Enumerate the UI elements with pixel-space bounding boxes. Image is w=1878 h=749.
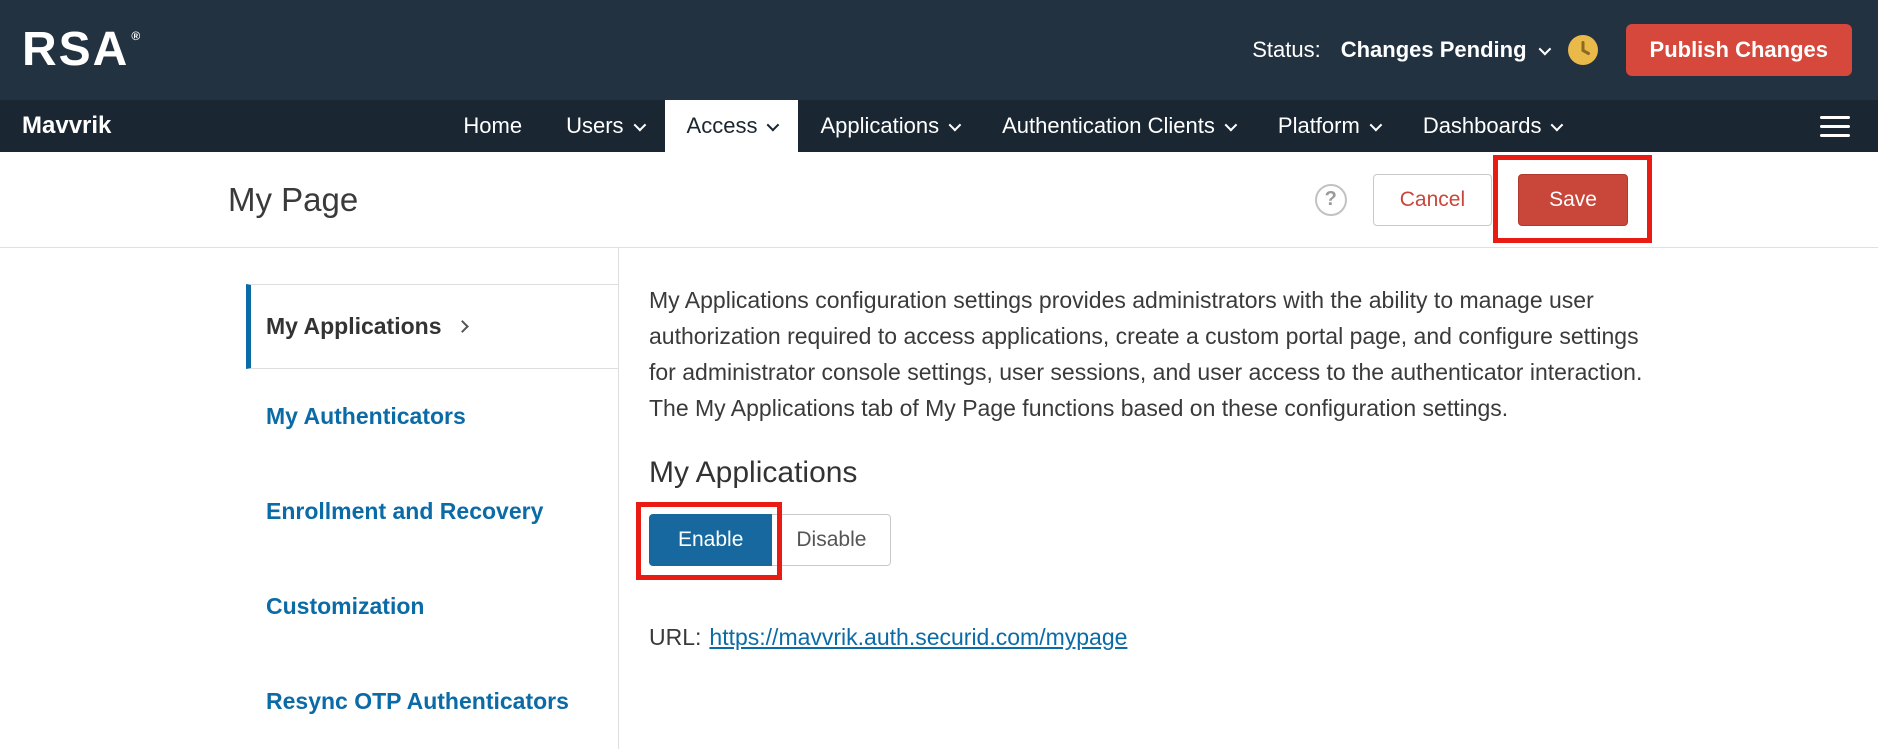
status-value-text: Changes Pending xyxy=(1341,37,1527,63)
rsa-logo-text: RSA xyxy=(22,26,129,74)
chevron-down-icon xyxy=(767,118,780,131)
nav-item-label: Applications xyxy=(820,113,939,139)
enable-disable-toggle: Enable Disable xyxy=(649,514,891,566)
url-row: URL: https://mavvrik.auth.securid.com/myp… xyxy=(649,624,1679,651)
disable-button[interactable]: Disable xyxy=(772,514,891,566)
tenant-name: Mavvrik xyxy=(22,112,111,140)
rsa-logo: RSA® xyxy=(22,26,142,74)
cancel-button[interactable]: Cancel xyxy=(1373,174,1492,226)
main-nav-bar: Mavvrik Home Users Access Applications A… xyxy=(0,100,1878,152)
description-text: My Applications configuration settings p… xyxy=(649,282,1649,426)
chevron-down-icon xyxy=(1369,118,1382,131)
pending-changes-clock-icon[interactable] xyxy=(1568,35,1598,65)
sidebar-item-customization[interactable]: Customization xyxy=(246,559,618,654)
chevron-down-icon xyxy=(1538,42,1551,55)
sidebar-item-label: Resync OTP Authenticators xyxy=(266,688,569,714)
help-icon[interactable]: ? xyxy=(1315,184,1347,216)
sidebar-item-label: My Authenticators xyxy=(266,403,466,429)
nav-item-label: Platform xyxy=(1278,113,1360,139)
sidebar-item-enrollment-and-recovery[interactable]: Enrollment and Recovery xyxy=(246,464,618,559)
sidebar-item-label: Enrollment and Recovery xyxy=(266,498,543,524)
status-dropdown[interactable]: Changes Pending xyxy=(1341,37,1548,63)
nav-item-users[interactable]: Users xyxy=(544,100,664,152)
page-header: My Page ? Cancel Save xyxy=(0,152,1878,248)
section-title: My Applications xyxy=(649,456,1679,490)
page-title: My Page xyxy=(228,181,358,219)
chevron-down-icon xyxy=(1551,118,1564,131)
save-button[interactable]: Save xyxy=(1518,174,1628,226)
publish-changes-button[interactable]: Publish Changes xyxy=(1626,24,1852,76)
body-area: My Applications My Authenticators Enroll… xyxy=(0,248,1878,749)
url-label: URL: xyxy=(649,624,701,650)
nav-item-authentication-clients[interactable]: Authentication Clients xyxy=(980,100,1256,152)
nav-item-applications[interactable]: Applications xyxy=(798,100,980,152)
nav-item-label: Authentication Clients xyxy=(1002,113,1215,139)
sidebar-item-label: My Applications xyxy=(266,313,442,340)
save-button-annotated-region: Save xyxy=(1518,174,1628,226)
sidebar-item-resync-otp-authenticators[interactable]: Resync OTP Authenticators xyxy=(246,654,618,749)
nav-item-platform[interactable]: Platform xyxy=(1256,100,1401,152)
nav-item-label: Access xyxy=(687,113,758,139)
nav-item-home[interactable]: Home xyxy=(441,100,544,152)
sidebar-item-label: Customization xyxy=(266,593,424,619)
clock-icon xyxy=(1568,35,1598,65)
settings-sidebar: My Applications My Authenticators Enroll… xyxy=(246,248,619,749)
nav-item-label: Dashboards xyxy=(1423,113,1542,139)
chevron-down-icon xyxy=(1224,118,1237,131)
status-label: Status: xyxy=(1252,37,1320,63)
nav-item-label: Home xyxy=(463,113,522,139)
nav-item-dashboards[interactable]: Dashboards xyxy=(1401,100,1583,152)
top-bar: RSA® Status: Changes Pending Publish Cha… xyxy=(0,0,1878,100)
chevron-down-icon xyxy=(633,118,646,131)
sidebar-item-my-authenticators[interactable]: My Authenticators xyxy=(246,369,618,464)
sidebar-item-my-applications[interactable]: My Applications xyxy=(246,284,618,369)
main-content: My Applications configuration settings p… xyxy=(619,248,1679,749)
nav-item-access[interactable]: Access xyxy=(665,100,799,152)
chevron-right-icon xyxy=(456,320,469,333)
enable-button[interactable]: Enable xyxy=(649,514,772,566)
chevron-down-icon xyxy=(949,118,962,131)
mypage-url-link[interactable]: https://mavvrik.auth.securid.com/mypage xyxy=(709,624,1127,650)
top-bar-right: Status: Changes Pending Publish Changes xyxy=(1252,24,1852,76)
header-actions: ? Cancel Save xyxy=(1315,174,1628,226)
hamburger-menu-icon[interactable] xyxy=(1820,116,1850,137)
enable-button-annotated-region: Enable xyxy=(649,514,772,566)
nav-item-label: Users xyxy=(566,113,623,139)
registered-mark: ® xyxy=(131,30,142,42)
nav-items: Home Users Access Applications Authentic… xyxy=(441,100,1582,152)
